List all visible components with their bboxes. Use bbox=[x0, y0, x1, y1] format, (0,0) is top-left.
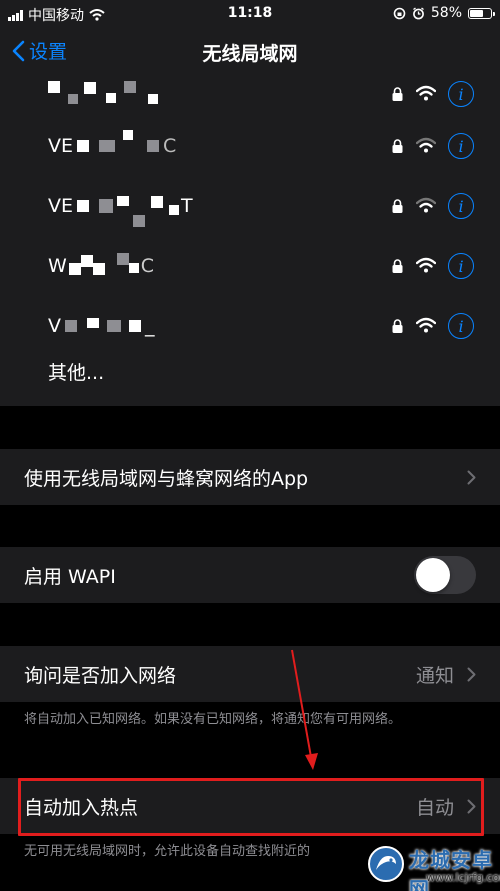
network-ssid-masked: VE C bbox=[48, 116, 176, 176]
lock-icon bbox=[392, 87, 403, 101]
ask-join-footnote: 将自动加入已知网络。如果没有已知网络，将通知您有可用网络。 bbox=[24, 712, 402, 727]
wapi-row: 启用 WAPI bbox=[0, 547, 500, 603]
apps-wlan-cellular-label: 使用无线局域网与蜂窝网络的App bbox=[24, 467, 309, 490]
network-ssid-visible: C bbox=[140, 255, 155, 277]
network-ssid-visible: W bbox=[48, 255, 67, 277]
chevron-right-icon bbox=[467, 470, 476, 485]
other-network-button[interactable]: 其他... bbox=[48, 358, 104, 385]
wifi-signal-icon bbox=[416, 85, 436, 101]
wifi-signal-icon bbox=[416, 197, 436, 213]
lock-icon bbox=[392, 139, 403, 153]
ask-join-value: 通知 bbox=[415, 664, 454, 687]
battery-percent: 58% bbox=[430, 5, 462, 21]
network-ssid-visible: C bbox=[163, 135, 177, 157]
network-row[interactable]: W C i bbox=[0, 236, 500, 296]
network-ssid-masked: W C bbox=[48, 236, 154, 296]
lock-icon bbox=[392, 199, 403, 213]
network-ssid-visible: V bbox=[48, 315, 61, 337]
site-watermark: 龙城安卓网 www.lcjrfg.com bbox=[366, 836, 500, 891]
info-button[interactable]: i bbox=[448, 313, 474, 339]
info-button[interactable]: i bbox=[448, 193, 474, 219]
page-title: 无线局域网 bbox=[202, 43, 298, 65]
wifi-signal-icon bbox=[416, 137, 436, 153]
nav-bar: 设置 无线局域网 bbox=[0, 28, 500, 76]
ask-join-label: 询问是否加入网络 bbox=[24, 664, 177, 687]
network-row[interactable]: V _ i bbox=[0, 296, 500, 356]
highlight-box bbox=[18, 778, 484, 836]
battery-icon bbox=[468, 7, 495, 19]
network-row[interactable]: VE C i bbox=[0, 116, 500, 176]
wapi-label: 启用 WAPI bbox=[24, 565, 116, 588]
watermark-logo-icon bbox=[368, 846, 404, 882]
network-ssid-masked: V _ bbox=[48, 296, 155, 356]
network-ssid-masked: VE T bbox=[48, 176, 193, 236]
info-button[interactable]: i bbox=[448, 81, 474, 107]
apps-wlan-cellular-row[interactable]: 使用无线局域网与蜂窝网络的App bbox=[0, 449, 500, 505]
alarm-icon bbox=[412, 6, 424, 19]
network-list: i VE C i VE T i W C i V _ i 其他... bbox=[0, 76, 500, 406]
network-row[interactable]: VE T i bbox=[0, 176, 500, 236]
network-ssid-visible: VE bbox=[48, 135, 74, 157]
wapi-toggle[interactable] bbox=[414, 556, 476, 594]
wifi-signal-icon bbox=[416, 257, 436, 273]
ask-join-row[interactable]: 询问是否加入网络 通知 bbox=[0, 646, 500, 702]
network-ssid-visible: T bbox=[181, 195, 193, 217]
toggle-knob bbox=[416, 558, 450, 592]
status-bar: 中国移动 11:18 58% bbox=[0, 0, 500, 28]
lock-icon bbox=[392, 319, 403, 333]
chevron-right-icon bbox=[467, 667, 476, 682]
lock-icon bbox=[392, 259, 403, 273]
watermark-url: www.lcjrfg.com bbox=[426, 871, 500, 884]
network-ssid-visible: VE bbox=[48, 195, 74, 217]
wifi-signal-icon bbox=[416, 317, 436, 333]
orientation-lock-icon bbox=[393, 7, 406, 19]
info-button[interactable]: i bbox=[448, 253, 474, 279]
info-button[interactable]: i bbox=[448, 133, 474, 159]
network-ssid-visible: _ bbox=[145, 315, 155, 337]
